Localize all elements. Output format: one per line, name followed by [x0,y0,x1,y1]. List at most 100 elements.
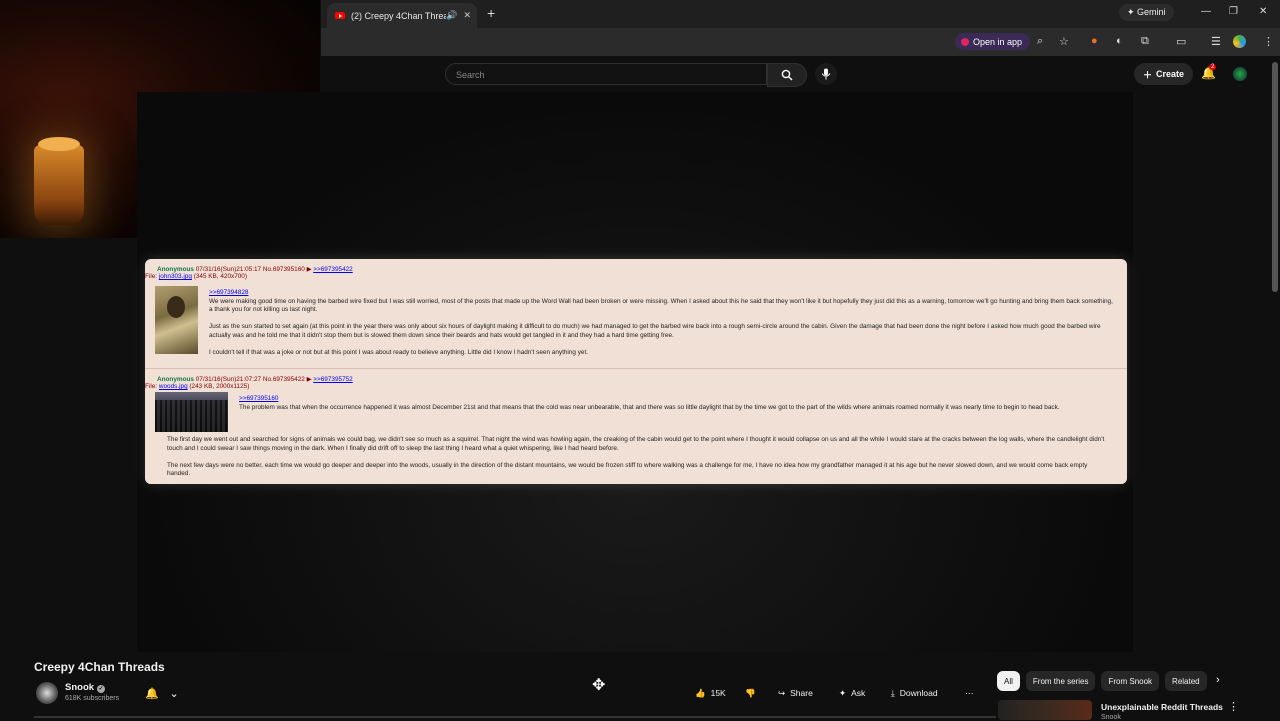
share-icon: ↪ [778,687,786,698]
open-in-app-label: Open in app [973,36,1023,47]
more-actions-button[interactable]: ⋯ [958,683,981,703]
chip-from-channel[interactable]: From Snook [1101,671,1160,691]
video-progress-track[interactable] [34,716,996,718]
post-body: >>697394828 We were making good time on … [209,289,1114,366]
dislike-button[interactable]: 👎 [738,683,763,703]
post-paragraph: We were making good time on having the b… [209,297,1113,314]
download-icon: ⤓ [891,687,895,698]
profile-avatar[interactable] [1233,35,1246,48]
video-title: Creepy 4Chan Threads [34,660,165,674]
file-name: woods.jpg [158,383,188,390]
recommendation-chips: All From the series From Snook Related [997,671,1207,691]
thread-screenshot: Anonymous 07/31/16(Sun)21:05:17 No.69739… [145,259,1127,484]
quote-link: >>697395160 [239,395,279,402]
close-window-icon[interactable]: ✕ [1259,6,1267,17]
file-prefix: File: [145,383,158,390]
post-header: Anonymous 07/31/16(Sun)21:07:27 No.69739… [157,375,353,383]
cast-icon[interactable]: ▭ [1176,35,1186,48]
extension-2-icon[interactable]: ◐ [1116,35,1123,47]
post-thumbnail [155,392,228,432]
mouse-cursor-icon: ✥ [592,677,606,694]
post-body-continued: The first day we went out and searched f… [167,436,1112,484]
like-button[interactable]: 👍 15K [688,683,733,703]
post-paragraph: The next few days were no better, each t… [167,461,1088,478]
open-in-app-button[interactable]: Open in app [955,33,1031,50]
post-thumbnail [155,286,198,354]
channel-avatar[interactable] [36,682,58,704]
poster-name: Anonymous [157,266,194,273]
sparkle-icon: ✦ [839,687,847,698]
post-paragraph: I couldn't tell if that was a joke or no… [209,349,589,357]
page-scrollbar[interactable] [1272,62,1278,292]
post-meta: 07/31/16(Sun)21:07:27 No.697395422 ▶ [195,376,312,383]
download-button[interactable]: ⤓ Download [884,683,945,703]
recommended-thumbnail[interactable] [998,700,1092,720]
channel-name-label: Snook [65,682,95,693]
chevron-right-icon[interactable]: › [1216,674,1220,686]
reply-link: >>697395422 [313,266,353,273]
recommended-title[interactable]: Unexplainable Reddit Threads [1101,702,1223,712]
post-meta: 07/31/16(Sun)21:05:17 No.697395160 ▶ [195,266,312,273]
gemini-button[interactable]: ✦ Gemini [1119,4,1174,21]
create-button[interactable]: ＋ Create [1134,63,1194,85]
more-icon: ⋯ [965,687,974,698]
post-body: >>697395160 The problem was that when th… [239,395,1109,421]
thumbs-up-icon: 👍 [695,687,706,698]
like-count: 15K [710,688,726,698]
thread-post: Anonymous 07/31/16(Sun)21:07:27 No.69739… [145,368,1127,484]
file-info: File: woods.jpg (243 KB, 2000x1125) [145,383,249,390]
media-control-icon[interactable]: ☰ [1211,35,1221,48]
gemini-label: Gemini [1137,7,1166,17]
ask-button[interactable]: ✦ Ask [832,683,873,703]
close-tab-icon[interactable]: ✕ [463,10,471,21]
file-details: (243 KB, 2000x1125) [189,383,250,390]
chip-related[interactable]: Related [1165,671,1207,691]
bookmark-star-icon[interactable]: ☆ [1059,35,1069,48]
post-paragraph: The problem was that when the occurrence… [239,403,1060,411]
microphone-icon [821,68,831,80]
download-label: Download [899,688,938,698]
bell-icon: 🔔 [145,687,159,700]
create-label: Create [1156,69,1185,79]
recommended-more-icon[interactable]: ⋮ [1228,700,1239,713]
channel-name[interactable]: Snook ✓ [65,682,106,693]
poster-name: Anonymous [157,376,194,383]
search-input[interactable]: Search [445,63,767,85]
youtube-header: Search ＋ Create 🔔 2 [321,56,1280,92]
zoom-icon[interactable]: ⌕ [1037,35,1043,48]
browser-toolbar: Open in app ⌕ ☆ ● ◐ ⧉ ▭ ☰ ⋮ [321,28,1280,56]
thumbs-down-icon: 👎 [745,687,756,698]
thread-post: Anonymous 07/31/16(Sun)21:05:17 No.69739… [145,259,1127,367]
restore-icon[interactable]: ❐ [1229,6,1238,17]
account-avatar[interactable] [1233,67,1247,81]
subscriber-count: 618K subscribers [65,695,120,702]
quote-link: >>697394828 [209,289,249,296]
search-icon [781,69,793,81]
chip-all[interactable]: All [997,671,1020,691]
speaker-icon[interactable]: 🔊 [446,10,457,21]
file-name: john303.jpg [158,273,192,280]
file-details: (345 KB, 420x700) [193,273,247,280]
search-button[interactable] [767,63,807,87]
file-info: File: john303.jpg (345 KB, 420x700) [145,273,247,280]
browser-tab-bar: (2) Creepy 4Chan Threads 🔊 ✕ + ✦ Gemini … [321,0,1280,28]
verified-icon: ✓ [97,685,106,693]
subscription-bell-button[interactable]: 🔔 ⌄ [140,683,184,703]
voice-search-button[interactable] [815,63,837,85]
browser-tab[interactable]: (2) Creepy 4Chan Threads 🔊 ✕ [327,3,477,28]
extensions-puzzle-icon[interactable]: ⧉ [1141,35,1149,48]
youtube-favicon-icon [335,12,345,19]
minimize-icon[interactable]: — [1201,6,1211,17]
extension-icon[interactable]: ● [1091,35,1098,47]
new-tab-button[interactable]: + [487,5,495,21]
share-button[interactable]: ↪ Share [771,683,820,703]
post-paragraph: Just as the sun started to set again (at… [209,323,1101,339]
chip-from-series[interactable]: From the series [1025,671,1096,691]
chevron-down-icon: ⌄ [169,687,179,700]
reply-link: >>697395752 [313,376,353,383]
plus-icon: ＋ [1143,69,1153,80]
tab-title: (2) Creepy 4Chan Threads [351,10,447,21]
browser-menu-icon[interactable]: ⋮ [1263,35,1274,48]
post-paragraph: The first day we went out and searched f… [167,436,1105,452]
lamp-image [34,137,84,225]
